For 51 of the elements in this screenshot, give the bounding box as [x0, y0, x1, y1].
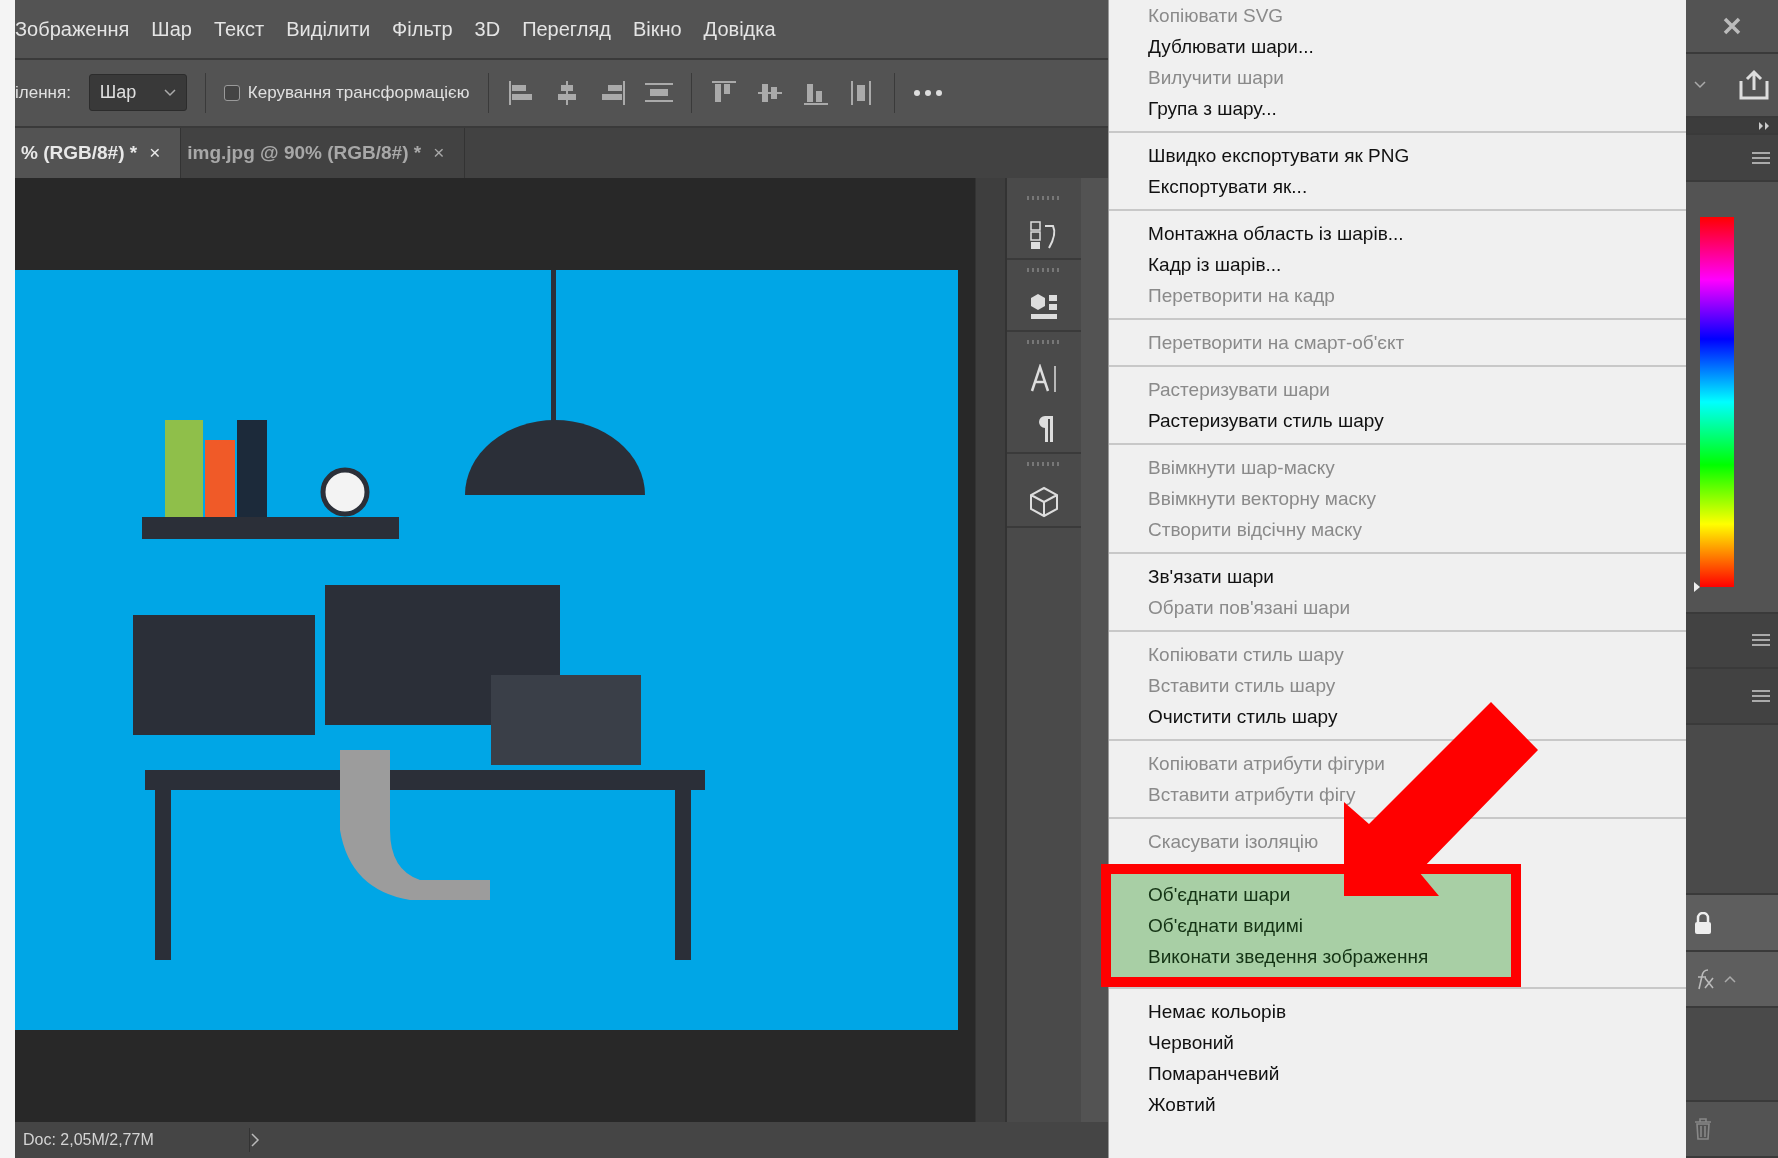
menu-item[interactable]: Об'єднати видимі: [1111, 910, 1511, 941]
menu-item[interactable]: Помаранчевий: [1109, 1058, 1686, 1089]
menu-item[interactable]: Немає кольорів: [1109, 996, 1686, 1027]
caret-icon[interactable]: [1694, 81, 1706, 90]
panel-menu-icon[interactable]: [1752, 151, 1770, 164]
lock-icon[interactable]: [1694, 911, 1712, 934]
align-icon[interactable]: [506, 78, 535, 107]
character-icon[interactable]: [1029, 363, 1059, 394]
more-icon[interactable]: [912, 88, 943, 97]
menu-item[interactable]: Швидко експортувати як PNG: [1109, 140, 1686, 171]
layer-properties-icon[interactable]: [1028, 291, 1060, 322]
menu-item[interactable]: Монтажна область із шарів...: [1109, 218, 1686, 249]
menu-item[interactable]: Червоний: [1109, 1027, 1686, 1058]
chevron-icon[interactable]: [250, 1132, 260, 1148]
menu-item[interactable]: Зображення: [15, 13, 130, 44]
menu-item[interactable]: Фільтр: [392, 13, 453, 44]
menu-item[interactable]: Текст: [213, 13, 265, 44]
menu-item[interactable]: Об'єднати шари: [1111, 879, 1511, 910]
share-icon[interactable]: [1738, 69, 1770, 102]
menu-item[interactable]: Група з шару...: [1109, 93, 1686, 124]
close-icon[interactable]: ×: [433, 138, 445, 168]
menu-item[interactable]: Жовтий: [1109, 1089, 1686, 1120]
option-label: ілення:: [15, 82, 71, 105]
menu-item[interactable]: Дублювати шари...: [1109, 31, 1686, 62]
menu-item[interactable]: Зв'язати шари: [1109, 561, 1686, 592]
caret-up-icon[interactable]: [1724, 974, 1736, 983]
close-icon[interactable]: [1723, 17, 1741, 36]
menu-item[interactable]: Виділити: [286, 13, 371, 44]
document-tab[interactable]: % (RGB/8#) * ×: [15, 127, 182, 178]
layer-select[interactable]: Шар: [88, 74, 187, 112]
panel-menu-icon[interactable]: [1752, 689, 1770, 702]
menu-item[interactable]: Шар: [151, 13, 192, 44]
scrollbar[interactable]: [975, 177, 1005, 1123]
checkbox[interactable]: [223, 84, 240, 101]
menu-item[interactable]: Очистити стиль шару: [1109, 701, 1686, 732]
menu-item[interactable]: Вікно: [632, 13, 682, 44]
menu-item[interactable]: Перегляд: [522, 13, 611, 44]
menu-item[interactable]: Довідка: [703, 13, 776, 44]
trash-icon[interactable]: [1694, 1117, 1712, 1140]
menu-item[interactable]: Експортувати як...: [1109, 171, 1686, 202]
cube-icon[interactable]: [1028, 485, 1060, 518]
menu-item[interactable]: Кадр із шарів...: [1109, 249, 1686, 280]
menu-item[interactable]: Виконати зведення зображення: [1111, 941, 1511, 972]
menu-item[interactable]: 3D: [474, 13, 501, 44]
expand-icon[interactable]: [1758, 121, 1770, 130]
menu-item[interactable]: Растеризувати стиль шару: [1109, 405, 1686, 436]
close-icon[interactable]: ×: [149, 138, 161, 168]
document-size: Doc: 2,05M/2,77M: [15, 1128, 250, 1152]
caret-icon: [163, 88, 176, 97]
checkbox-label: Керування трансформацією: [247, 82, 470, 105]
panel-menu-icon[interactable]: [1752, 634, 1770, 647]
